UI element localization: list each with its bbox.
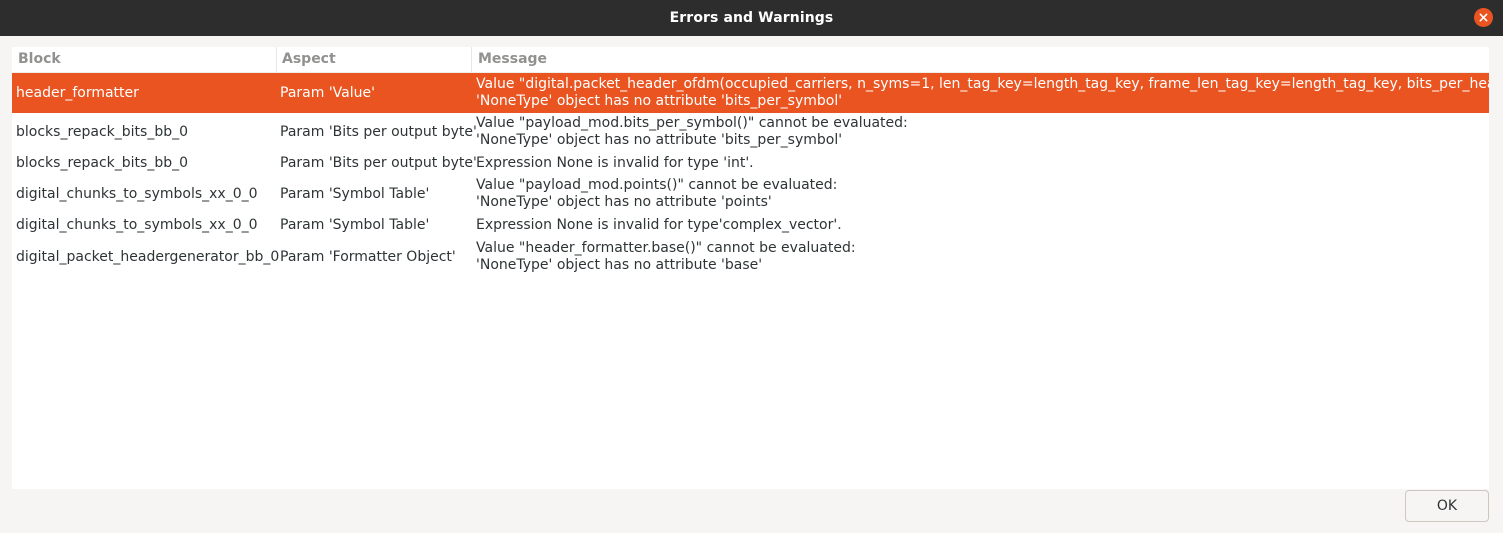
message-cell: Value "header_formatter.base()" cannot b… — [476, 240, 856, 274]
errors-table: Block Aspect Message header_formatter Pa… — [12, 47, 1489, 489]
table-header: Block Aspect Message — [12, 47, 1489, 73]
message-line: 'NoneType' object has no attribute 'bits… — [476, 93, 843, 109]
aspect-cell: Param 'Formatter Object' — [280, 249, 456, 265]
aspect-cell: Param 'Bits per output byte' — [280, 124, 477, 140]
table-row[interactable]: digital_chunks_to_symbols_xx_0_0 Param '… — [12, 175, 1489, 211]
block-cell: header_formatter — [16, 85, 139, 101]
message-line: 'NoneType' object has no attribute 'bits… — [476, 132, 843, 148]
aspect-cell: Param 'Value' — [280, 85, 375, 101]
column-header-block[interactable]: Block — [18, 47, 61, 72]
block-cell: blocks_repack_bits_bb_0 — [16, 155, 189, 171]
message-line: Value "header_formatter.base()" cannot b… — [476, 240, 856, 256]
close-icon — [1479, 13, 1488, 22]
aspect-cell: Param 'Symbol Table' — [280, 217, 430, 233]
block-cell: digital_chunks_to_symbols_xx_0_0 — [16, 186, 258, 202]
table-row[interactable]: blocks_repack_bits_bb_0 Param 'Bits per … — [12, 113, 1489, 149]
column-separator[interactable] — [471, 47, 472, 72]
message-line: 'NoneType' object has no attribute 'base… — [476, 257, 763, 273]
message-cell: Expression None is invalid for type'comp… — [476, 217, 842, 233]
column-header-message[interactable]: Message — [478, 47, 547, 72]
column-header-aspect[interactable]: Aspect — [282, 47, 336, 72]
message-line: 'NoneType' object has no attribute 'poin… — [476, 194, 772, 210]
block-cell: digital_chunks_to_symbols_xx_0_0 — [16, 217, 258, 233]
aspect-cell: Param 'Symbol Table' — [280, 186, 430, 202]
window-title: Errors and Warnings — [669, 10, 834, 26]
message-cell: Value "digital.packet_header_ofdm(occupi… — [476, 76, 1489, 110]
table-row[interactable]: digital_packet_headergenerator_bb_0 Para… — [12, 237, 1489, 277]
ok-button[interactable]: OK — [1405, 490, 1489, 522]
message-line: Value "digital.packet_header_ofdm(occupi… — [476, 76, 1489, 92]
aspect-cell: Param 'Bits per output byte' — [280, 155, 477, 171]
message-cell: Expression None is invalid for type 'int… — [476, 155, 754, 171]
message-line: Value "payload_mod.bits_per_symbol()" ca… — [476, 115, 908, 131]
message-cell: Value "payload_mod.bits_per_symbol()" ca… — [476, 115, 908, 149]
column-separator[interactable] — [276, 47, 277, 72]
block-cell: blocks_repack_bits_bb_0 — [16, 124, 189, 140]
table-row[interactable]: blocks_repack_bits_bb_0 Param 'Bits per … — [12, 149, 1489, 175]
table-row[interactable]: header_formatter Param 'Value' Value "di… — [12, 73, 1489, 113]
title-bar: Errors and Warnings — [0, 0, 1503, 36]
message-line: Value "payload_mod.points()" cannot be e… — [476, 177, 838, 193]
close-button[interactable] — [1474, 8, 1493, 27]
block-cell: digital_packet_headergenerator_bb_0 — [16, 249, 280, 265]
message-cell: Value "payload_mod.points()" cannot be e… — [476, 177, 837, 211]
table-row[interactable]: digital_chunks_to_symbols_xx_0_0 Param '… — [12, 211, 1489, 237]
